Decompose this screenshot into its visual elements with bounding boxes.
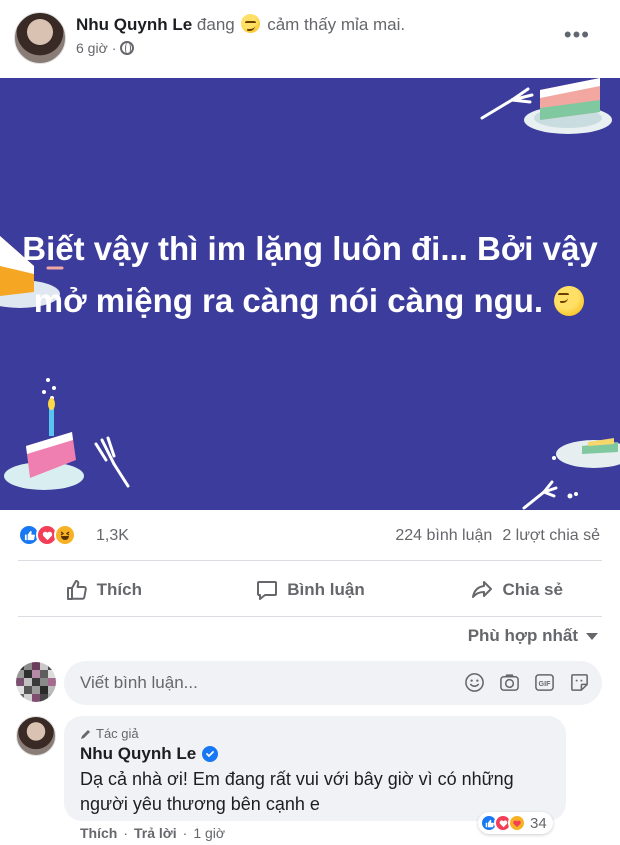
comment-like-link[interactable]: Thích (80, 825, 117, 841)
comment-reply-link[interactable]: Trả lời (134, 825, 177, 841)
post-meta: 6 giờ · (76, 40, 135, 56)
haha-reaction-icon (54, 524, 76, 546)
author-badge-label: Tác giả (96, 726, 139, 741)
caret-down-icon (586, 632, 598, 640)
care-reaction-icon (508, 814, 526, 832)
post-actions: Thích Bình luận Chia sẻ (0, 566, 620, 614)
reaction-icons[interactable] (18, 524, 76, 546)
banner-text: Biết vậy thì im lặng luôn đi... Bởi vậy … (20, 223, 600, 327)
post-stats: 1,3K 224 bình luận 2 lượt chia sẻ (0, 518, 620, 558)
pencil-icon (81, 729, 90, 739)
comment-reaction-count: 34 (530, 814, 547, 832)
gif-icon[interactable]: GIF (534, 672, 555, 693)
like-button[interactable]: Thích (0, 566, 207, 614)
post-time[interactable]: 6 giờ (76, 40, 108, 56)
divider (18, 616, 602, 617)
comment-reactions[interactable]: 34 (478, 812, 553, 834)
fork-icon (522, 480, 578, 510)
share-icon (472, 581, 493, 598)
post-header: Nhu Quynh Le đang cảm thấy mỉa mai. 6 gi… (0, 0, 620, 76)
comment-time[interactable]: 1 giờ (193, 825, 225, 841)
reaction-count[interactable]: 1,3K (96, 527, 129, 545)
dot-separator: · (123, 825, 129, 841)
sticker-icon[interactable] (569, 672, 590, 693)
dot-separator: · (182, 825, 188, 841)
stat-right: 224 bình luận 2 lượt chia sẻ (395, 527, 600, 545)
banner-message: Biết vậy thì im lặng luôn đi... Bởi vậy … (22, 230, 598, 319)
emoji-icon[interactable] (464, 672, 485, 693)
author-badge: Tác giả (80, 726, 139, 741)
svg-text:GIF: GIF (539, 680, 552, 688)
comment-actions: Thích · Trả lời · 1 giờ (80, 825, 225, 841)
share-label: Chia sẻ (502, 580, 563, 599)
camera-icon[interactable] (499, 672, 520, 693)
comment-count[interactable]: 224 bình luận (395, 527, 492, 545)
current-user-avatar[interactable] (16, 662, 56, 702)
comment-button[interactable]: Bình luận (207, 566, 414, 614)
birthday-cake-icon (4, 378, 84, 490)
share-count[interactable]: 2 lượt chia sẻ (502, 527, 600, 545)
comment-input[interactable] (80, 661, 440, 705)
verified-badge-icon (202, 746, 219, 762)
author-line: Nhu Quynh Le đang cảm thấy mỉa mai. (76, 14, 405, 35)
like-label: Thích (96, 580, 142, 599)
comment-bubble: Tác giả Nhu Quynh Le Dạ cả nhà ơi! Em đa… (64, 716, 566, 821)
feeling-text: cảm thấy mỉa mai. (267, 15, 406, 34)
comment-label: Bình luận (287, 580, 365, 599)
sort-label: Phù hợp nhất (467, 626, 578, 645)
comment-author-avatar[interactable] (16, 716, 56, 756)
comment-author: Nhu Quynh Le (80, 744, 219, 764)
share-button[interactable]: Chia sẻ (413, 566, 620, 614)
post-banner: Biết vậy thì im lặng luôn đi... Bởi vậy … (0, 78, 620, 510)
composer-icons: GIF (464, 672, 590, 693)
fork-icon (94, 436, 130, 488)
smirk-emoji-icon (241, 14, 261, 33)
feeling-prefix: đang (196, 15, 235, 34)
author-avatar[interactable] (14, 12, 66, 64)
comment-icon (257, 581, 278, 600)
meta-separator: · (111, 40, 117, 56)
globe-icon (120, 41, 135, 55)
comment-author-name[interactable]: Nhu Quynh Le (80, 744, 196, 764)
smirk-emoji-icon (554, 286, 585, 316)
more-options-button[interactable]: ••• (564, 24, 590, 46)
author-name[interactable]: Nhu Quynh Le (76, 15, 192, 34)
comment-text: Dạ cả nhà ơi! Em đang rất vui với bây gi… (80, 769, 514, 814)
cake-plate-icon (552, 438, 620, 468)
comment-sort-dropdown[interactable]: Phù hợp nhất (468, 626, 598, 646)
comment-composer: GIF (64, 661, 602, 705)
thumbs-up-icon (66, 580, 87, 600)
cake-slice-icon (524, 78, 612, 134)
divider (18, 560, 602, 561)
